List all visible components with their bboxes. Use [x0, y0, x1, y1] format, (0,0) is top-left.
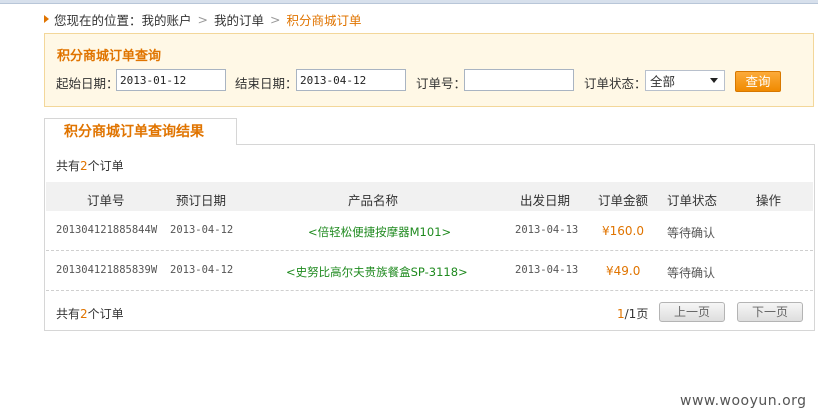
chevron-down-icon [710, 78, 718, 83]
count-prefix: 共有 [56, 307, 81, 321]
order-status-select[interactable]: 全部 [645, 70, 725, 91]
breadcrumb-current: 积分商城订单 [286, 12, 362, 28]
results-panel: 共有2个订单 订单号 预订日期 产品名称 出发日期 订单金额 订单状态 操作 2… [44, 144, 815, 331]
tab-query-results[interactable]: 积分商城订单查询结果 [44, 118, 237, 145]
product-link[interactable]: <史努比高尔夫贵族餐盒SP-3118> [286, 264, 468, 280]
order-count-bottom: 共有2个订单 [56, 305, 124, 322]
watermark: www.wooyun.org [680, 393, 807, 409]
start-date-input[interactable] [116, 69, 226, 91]
depart-date: 2013-04-13 [515, 264, 579, 276]
end-date-label: 结束日期： [235, 76, 298, 91]
column-header-amount: 订单金额 [598, 193, 649, 208]
breadcrumb-my-account[interactable]: 我的账户 [142, 10, 192, 29]
order-number: 201304121885844W [56, 224, 158, 236]
count-suffix: 个订单 [87, 307, 124, 321]
order-count-top: 共有2个订单 [56, 157, 124, 174]
order-status: 等待确认 [667, 266, 716, 280]
order-count-number: 2 [80, 307, 88, 321]
query-title: 积分商城订单查询 [57, 49, 162, 64]
order-number-input[interactable] [464, 69, 574, 91]
order-status-label: 订单状态： [584, 76, 647, 91]
order-status: 等待确认 [667, 226, 716, 240]
order-status-value: 全部 [650, 74, 676, 89]
product-link[interactable]: <倍轻松便捷按摩器M101> [308, 224, 451, 240]
breadcrumb-separator: > [197, 11, 209, 27]
total-pages: /1页 [624, 307, 649, 321]
current-page: 1 [617, 307, 625, 321]
breadcrumb: 您现在的位置： 我的账户 > 我的订单 > 积分商城订单 [44, 10, 362, 28]
order-number: 201304121885839W [56, 264, 158, 276]
breadcrumb-separator: > [270, 11, 281, 27]
end-date-input[interactable] [296, 69, 406, 91]
depart-date: 2013-04-13 [515, 224, 579, 236]
count-prefix: 共有 [56, 159, 81, 173]
count-suffix: 个订单 [87, 159, 124, 173]
column-header-book-date: 预订日期 [176, 193, 227, 208]
column-header-status: 订单状态 [667, 193, 718, 208]
page-indicator: 1/1页 [617, 305, 648, 322]
table-row: 201304121885839W 2013-04-12 <史努比高尔夫贵族餐盒S… [46, 251, 813, 291]
table-header: 订单号 预订日期 产品名称 出发日期 订单金额 订单状态 操作 [46, 182, 813, 211]
column-header-action: 操作 [756, 193, 782, 208]
column-header-product: 产品名称 [348, 193, 399, 208]
search-button[interactable]: 查询 [735, 71, 781, 92]
table-row: 201304121885844W 2013-04-12 <倍轻松便捷按摩器M10… [46, 211, 813, 251]
breadcrumb-prefix: 您现在的位置： [54, 12, 142, 28]
column-header-depart-date: 出发日期 [520, 193, 571, 208]
column-header-order-no: 订单号 [87, 193, 125, 208]
order-amount: ¥160.0 [602, 224, 644, 238]
order-amount: ¥49.0 [606, 264, 641, 278]
order-count-number: 2 [80, 159, 88, 173]
start-date-label: 起始日期： [56, 76, 119, 91]
next-page-button[interactable]: 下一页 [737, 302, 803, 322]
book-date: 2013-04-12 [170, 224, 234, 236]
top-border [0, 0, 818, 4]
order-query-panel: 积分商城订单查询 起始日期： 结束日期： 订单号： 订单状态： 全部 查询 [44, 33, 814, 107]
prev-page-button[interactable]: 上一页 [659, 302, 725, 322]
breadcrumb-my-orders[interactable]: 我的订单 [214, 10, 264, 29]
order-number-label: 订单号： [416, 76, 467, 91]
breadcrumb-arrow-icon [44, 15, 49, 23]
book-date: 2013-04-12 [170, 264, 234, 276]
